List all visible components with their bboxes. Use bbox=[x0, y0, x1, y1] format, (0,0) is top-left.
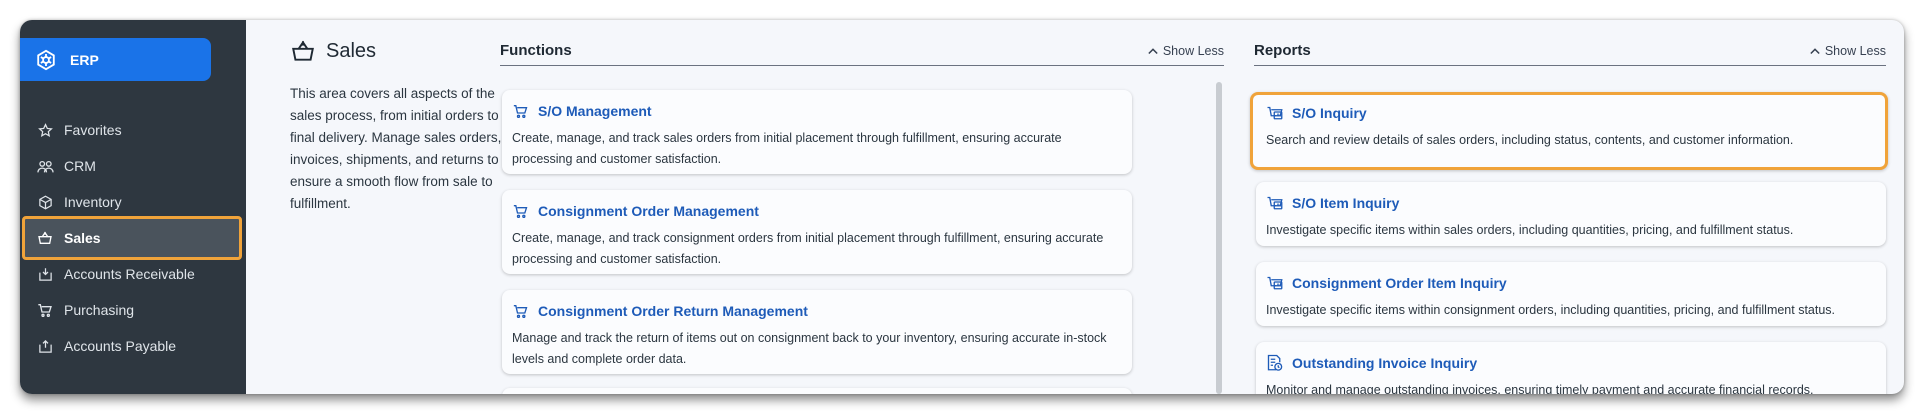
report-card-so-inquiry[interactable]: S/O Inquiry Search and review details of… bbox=[1250, 92, 1888, 170]
chevron-up-icon bbox=[1148, 45, 1160, 57]
function-card-consignment-order-management[interactable]: Consignment Order Management Create, man… bbox=[502, 190, 1132, 274]
basket-icon bbox=[36, 229, 54, 247]
card-header: Consignment Order Return Management bbox=[512, 300, 1122, 322]
card-title: S/O Inquiry bbox=[1292, 105, 1367, 121]
card-header: Consignment Order Item Inquiry bbox=[1266, 272, 1876, 294]
sidebar-item-accounts-payable[interactable]: Accounts Payable bbox=[20, 324, 246, 368]
card-description: Manage and track the return of items out… bbox=[512, 331, 1107, 366]
people-icon bbox=[36, 157, 54, 175]
brand-button[interactable]: ERP bbox=[20, 38, 211, 81]
card-description: Search and review details of sales order… bbox=[1266, 133, 1794, 147]
functions-scrollbar[interactable] bbox=[1216, 82, 1222, 394]
money-out-icon bbox=[36, 337, 54, 355]
card-description: Investigate specific items within sales … bbox=[1266, 223, 1794, 237]
report-card-outstanding-invoice-inquiry[interactable]: Outstanding Invoice Inquiry Monitor and … bbox=[1256, 342, 1886, 394]
reports-panel: Reports Show Less S/O Inquiry Search and… bbox=[1250, 42, 1888, 394]
report-truck-icon bbox=[1266, 274, 1284, 292]
functions-title: Functions bbox=[500, 42, 572, 59]
erp-logo-icon bbox=[34, 48, 58, 72]
cart-icon bbox=[36, 301, 54, 319]
money-in-icon bbox=[36, 265, 54, 283]
show-less-label: Show Less bbox=[1824, 44, 1886, 58]
sidebar-item-label: Accounts Payable bbox=[64, 338, 177, 354]
function-card-so-management[interactable]: S/O Management Create, manage, and track… bbox=[502, 90, 1132, 174]
main-content: Sales This area covers all aspects of th… bbox=[246, 20, 1904, 394]
card-header: S/O Inquiry bbox=[1266, 102, 1872, 124]
invoice-clock-icon bbox=[1266, 354, 1284, 372]
cart-icon bbox=[512, 102, 530, 120]
sidebar-item-label: Accounts Receivable bbox=[64, 266, 195, 282]
reports-header: Reports Show Less bbox=[1254, 42, 1886, 66]
report-truck-icon bbox=[1266, 194, 1284, 212]
card-header: Consignment Order Management bbox=[512, 200, 1122, 222]
functions-header: Functions Show Less bbox=[500, 42, 1224, 66]
sidebar-item-label: Favorites bbox=[64, 122, 122, 138]
card-description: Create, manage, and track consignment or… bbox=[512, 231, 1104, 266]
page-title-text: Sales bbox=[326, 39, 377, 62]
cart-icon bbox=[512, 302, 530, 320]
card-description: Monitor and manage outstanding invoices,… bbox=[1266, 383, 1814, 394]
functions-panel: Functions Show Less S/O Management Creat… bbox=[500, 42, 1224, 394]
sidebar-item-label: Sales bbox=[64, 230, 101, 246]
show-less-label: Show Less bbox=[1162, 44, 1224, 58]
page-title: Sales bbox=[290, 38, 376, 64]
card-description: Investigate specific items within consig… bbox=[1266, 303, 1836, 317]
chevron-up-icon bbox=[1810, 45, 1822, 57]
cart-icon bbox=[512, 202, 530, 220]
basket-icon bbox=[290, 38, 316, 64]
sidebar-item-label: CRM bbox=[64, 158, 96, 174]
report-card-consignment-order-item-inquiry[interactable]: Consignment Order Item Inquiry Investiga… bbox=[1256, 262, 1886, 326]
brand-label: ERP bbox=[70, 51, 99, 68]
card-header: Outstanding Invoice Inquiry bbox=[1266, 352, 1876, 374]
card-title: Consignment Order Item Inquiry bbox=[1292, 275, 1507, 291]
function-card-partial[interactable] bbox=[502, 388, 1132, 394]
sidebar: ERP Favorites CRM Inventory Sales Accoun… bbox=[20, 20, 246, 394]
functions-show-less-button[interactable]: Show Less bbox=[1148, 44, 1224, 58]
card-title: S/O Management bbox=[538, 103, 652, 119]
reports-title: Reports bbox=[1254, 42, 1311, 59]
report-card-so-item-inquiry[interactable]: S/O Item Inquiry Investigate specific it… bbox=[1256, 182, 1886, 246]
card-header: S/O Management bbox=[512, 100, 1122, 122]
card-title: Consignment Order Return Management bbox=[538, 303, 808, 319]
card-title: S/O Item Inquiry bbox=[1292, 195, 1400, 211]
report-truck-icon bbox=[1266, 104, 1284, 122]
star-icon bbox=[36, 121, 54, 139]
card-title: Consignment Order Management bbox=[538, 203, 759, 219]
card-title: Outstanding Invoice Inquiry bbox=[1292, 355, 1478, 371]
app-window: ERP Favorites CRM Inventory Sales Accoun… bbox=[20, 20, 1904, 394]
box-icon bbox=[36, 193, 54, 211]
sidebar-item-label: Inventory bbox=[64, 194, 122, 210]
function-card-consignment-order-return-management[interactable]: Consignment Order Return Management Mana… bbox=[502, 290, 1132, 374]
reports-show-less-button[interactable]: Show Less bbox=[1810, 44, 1886, 58]
card-description: Create, manage, and track sales orders f… bbox=[512, 131, 1062, 166]
card-header: S/O Item Inquiry bbox=[1266, 192, 1876, 214]
sidebar-item-label: Purchasing bbox=[64, 302, 135, 318]
section-description: This area covers all aspects of the sale… bbox=[290, 86, 502, 211]
